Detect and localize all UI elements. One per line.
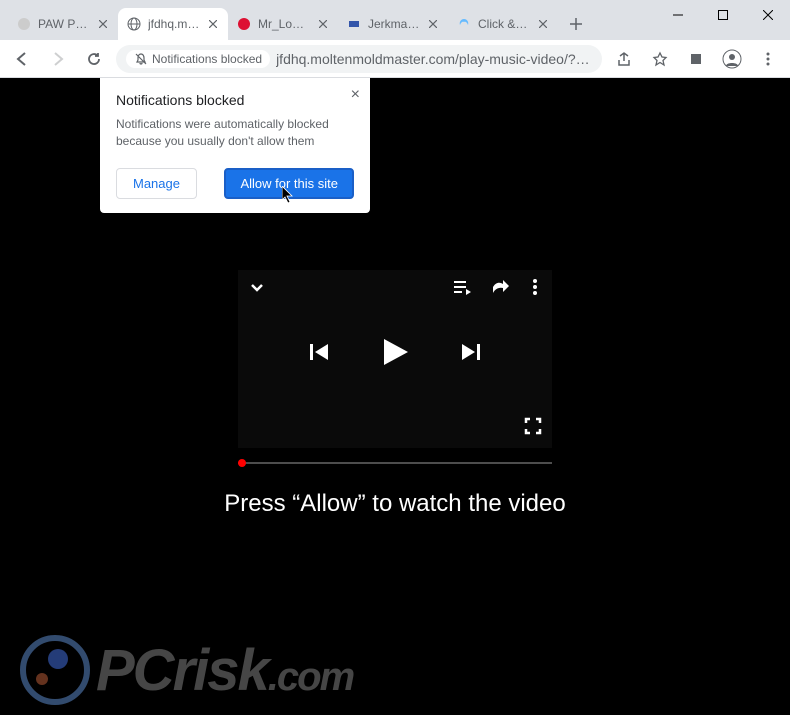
fullscreen-button[interactable] xyxy=(524,417,542,440)
tab-title: Click &quo xyxy=(478,17,530,31)
chip-label: Notifications blocked xyxy=(152,52,262,66)
video-player xyxy=(238,270,552,448)
minimize-button[interactable] xyxy=(655,0,700,30)
notifications-blocked-chip[interactable]: Notifications blocked xyxy=(126,50,270,68)
browser-titlebar: PAW Patro jfdhq.molt Mr_Londo Jerkmate |… xyxy=(0,0,790,40)
favicon-icon xyxy=(236,16,252,32)
tab-0[interactable]: PAW Patro xyxy=(8,8,118,40)
player-top-bar xyxy=(238,270,552,309)
collapse-icon[interactable] xyxy=(248,278,266,301)
share-button[interactable] xyxy=(610,45,638,73)
popup-body: Notifications were automatically blocked… xyxy=(116,116,354,150)
tab-3[interactable]: Jerkmate | xyxy=(338,8,448,40)
window-controls xyxy=(655,0,790,30)
extensions-button[interactable] xyxy=(682,45,710,73)
tab-strip: PAW Patro jfdhq.molt Mr_Londo Jerkmate |… xyxy=(0,0,590,40)
reload-button[interactable] xyxy=(80,45,108,73)
popup-title: Notifications blocked xyxy=(116,92,354,108)
favicon-icon xyxy=(346,16,362,32)
new-tab-button[interactable] xyxy=(562,10,590,38)
url-text: jfdhq.moltenmoldmaster.com/play-music-vi… xyxy=(276,51,592,67)
url-field[interactable]: Notifications blocked jfdhq.moltenmoldma… xyxy=(116,45,602,73)
watermark-logo-icon xyxy=(20,635,90,705)
next-button[interactable] xyxy=(460,341,482,368)
tab-2[interactable]: Mr_Londo xyxy=(228,8,338,40)
close-icon[interactable] xyxy=(536,17,550,31)
queue-icon[interactable] xyxy=(452,278,472,301)
maximize-button[interactable] xyxy=(700,0,745,30)
cursor-icon xyxy=(282,186,296,204)
watermark: PCrisk.com xyxy=(20,635,353,705)
share-icon[interactable] xyxy=(490,278,510,301)
progress-bar[interactable] xyxy=(238,462,552,464)
tab-title: Mr_Londo xyxy=(258,17,310,31)
popup-actions: Manage Allow for this site xyxy=(116,168,354,199)
tab-title: PAW Patro xyxy=(38,17,90,31)
notification-popup: × Notifications blocked Notifications we… xyxy=(100,78,370,213)
forward-button xyxy=(44,45,72,73)
address-bar: Notifications blocked jfdhq.moltenmoldma… xyxy=(0,40,790,78)
page-content: × Notifications blocked Notifications we… xyxy=(0,78,790,715)
close-window-button[interactable] xyxy=(745,0,790,30)
tab-1-active[interactable]: jfdhq.molt xyxy=(118,8,228,40)
close-icon[interactable] xyxy=(206,17,220,31)
previous-button[interactable] xyxy=(308,341,330,368)
bell-slash-icon xyxy=(134,52,148,66)
allow-button[interactable]: Allow for this site xyxy=(224,168,354,199)
close-icon[interactable] xyxy=(426,17,440,31)
globe-icon xyxy=(126,16,142,32)
favicon-icon xyxy=(456,16,472,32)
play-button[interactable] xyxy=(378,335,412,374)
instruction-text: Press “Allow” to watch the video xyxy=(0,490,790,518)
progress-handle[interactable] xyxy=(238,459,246,467)
popup-close-button[interactable]: × xyxy=(351,86,360,104)
tab-title: Jerkmate | xyxy=(368,17,420,31)
close-icon[interactable] xyxy=(96,17,110,31)
manage-button[interactable]: Manage xyxy=(116,168,197,199)
profile-button[interactable] xyxy=(718,45,746,73)
more-icon[interactable] xyxy=(528,278,542,301)
close-icon[interactable] xyxy=(316,17,330,31)
player-controls xyxy=(238,335,552,374)
watermark-text: PCrisk.com xyxy=(96,637,353,704)
bookmark-button[interactable] xyxy=(646,45,674,73)
back-button[interactable] xyxy=(8,45,36,73)
favicon-icon xyxy=(16,16,32,32)
tab-4[interactable]: Click &quo xyxy=(448,8,558,40)
menu-button[interactable] xyxy=(754,45,782,73)
tab-title: jfdhq.molt xyxy=(148,17,200,31)
